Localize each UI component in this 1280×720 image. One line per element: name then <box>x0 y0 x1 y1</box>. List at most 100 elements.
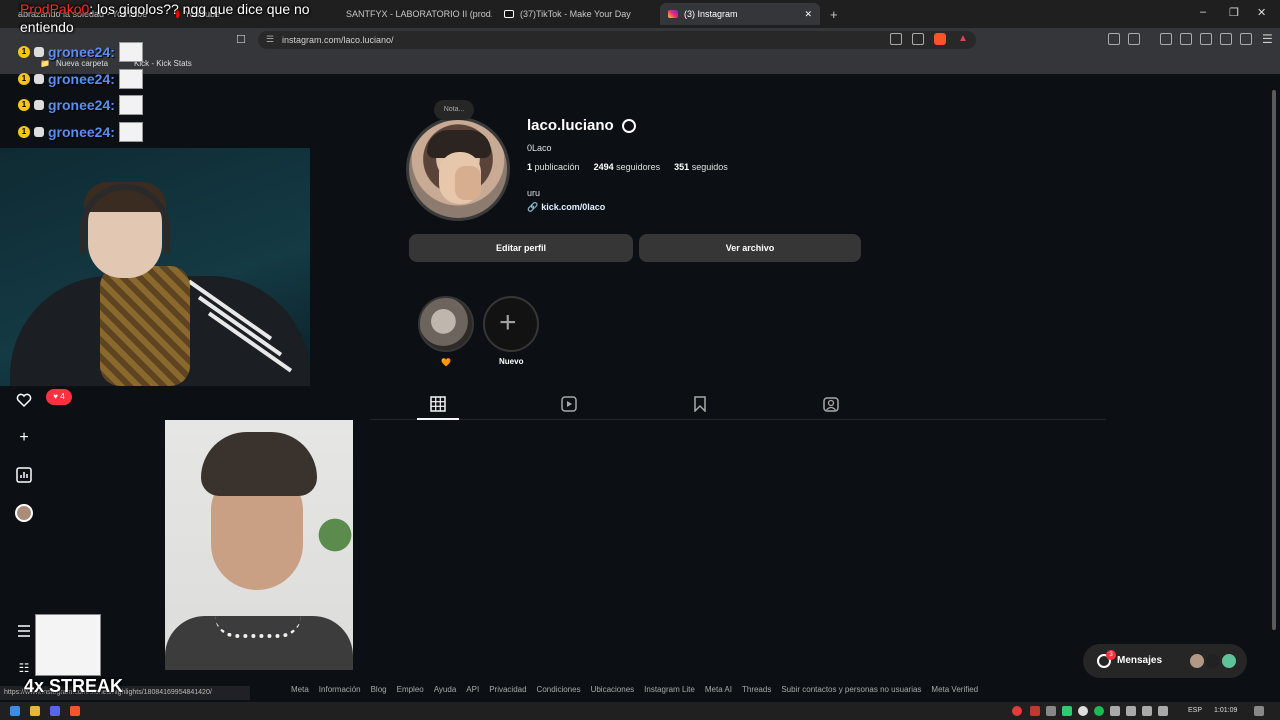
view-archive-button[interactable]: Ver archivo <box>639 234 861 262</box>
leo-ai-icon[interactable] <box>1220 33 1232 45</box>
spotify-icon[interactable] <box>1094 706 1104 716</box>
webcam-overlay <box>0 148 310 386</box>
grid-icon[interactable] <box>430 396 446 412</box>
language-indicator[interactable]: ESP <box>1188 707 1202 714</box>
sub-badge: 1 <box>18 46 30 58</box>
profile-avatar-small[interactable] <box>15 504 33 522</box>
windows-start-icon[interactable] <box>10 706 20 716</box>
footer-link[interactable]: Información <box>319 685 361 694</box>
notifications-count: 4 <box>60 392 65 401</box>
discord-icon[interactable] <box>50 706 60 716</box>
profile-username: laco.luciano <box>527 117 614 134</box>
instagram-icon <box>668 10 678 18</box>
tab-youtube-3[interactable]: SANTFYX - LABORATORIO II (prod.q <box>332 3 492 25</box>
more-menu-icon[interactable] <box>16 623 32 639</box>
followers-count: 2494 <box>593 162 614 172</box>
new-tab-button[interactable]: + <box>822 3 846 25</box>
footer-link[interactable]: Instagram Lite <box>644 685 695 694</box>
sub-badge: 1 <box>18 126 30 138</box>
tab-tiktok[interactable]: (37)TikTok - Make Your Day <box>496 3 656 25</box>
cast-icon[interactable] <box>890 33 902 45</box>
active-tab-indicator <box>417 418 459 420</box>
tray-icon[interactable] <box>1046 706 1056 716</box>
footer-link[interactable]: Meta Verified <box>931 685 978 694</box>
post-thumbnail[interactable] <box>165 420 353 670</box>
profile-full-name: 0Laco <box>527 143 552 153</box>
new-highlight-label: Nuevo <box>499 357 524 366</box>
chat-message: 1 gronee24: <box>18 41 143 63</box>
new-highlight-button[interactable]: + <box>483 296 539 352</box>
close-window-icon[interactable]: ✕ <box>1257 6 1266 19</box>
chat-username: gronee24: <box>48 44 115 60</box>
footer-link[interactable]: Condiciones <box>537 685 581 694</box>
tray-icon[interactable] <box>1030 706 1040 716</box>
tray-icon[interactable] <box>1062 706 1072 716</box>
saved-icon[interactable] <box>692 396 708 412</box>
footer-link[interactable]: Meta <box>291 685 309 694</box>
reader-icon[interactable] <box>1128 33 1140 45</box>
profile-link[interactable]: 🔗 kick.com/0laco <box>527 202 605 213</box>
footer-link[interactable]: Ayuda <box>434 685 457 694</box>
profile-bio: uru <box>527 188 541 198</box>
edit-profile-button[interactable]: Editar perfil <box>409 234 633 262</box>
volume-icon[interactable] <box>1158 706 1168 716</box>
note-bubble[interactable]: Nota... <box>434 100 474 120</box>
heart-icon[interactable] <box>16 392 32 408</box>
footer-link[interactable]: Privacidad <box>489 685 526 694</box>
chat-message: 1 gronee24: <box>18 94 143 116</box>
chat-badge-icon <box>34 127 44 137</box>
brave-shield-icon[interactable] <box>934 33 946 45</box>
vpn-icon[interactable] <box>1240 33 1252 45</box>
sidebar-toggle-icon[interactable] <box>1180 33 1192 45</box>
post-palm <box>315 500 353 570</box>
profile-avatar[interactable] <box>406 117 510 221</box>
following-stat[interactable]: 351 seguidos <box>674 162 728 172</box>
emote-image <box>118 69 143 89</box>
settings-gear-icon[interactable] <box>622 119 636 133</box>
also-from-meta-icon[interactable]: ☷ <box>16 660 32 676</box>
brave-icon[interactable] <box>70 706 80 716</box>
footer-link[interactable]: Subir contactos y personas no usuarias <box>781 685 921 694</box>
url-field[interactable]: instagram.com/laco.luciano/ <box>258 31 976 49</box>
tray-icon[interactable] <box>1110 706 1120 716</box>
followers-stat[interactable]: 2494 seguidores <box>594 162 661 172</box>
tagged-icon[interactable] <box>823 396 839 412</box>
menu-icon[interactable]: ☰ <box>1262 32 1273 46</box>
tray-icon[interactable] <box>1078 706 1088 716</box>
avatar-hand <box>455 166 481 200</box>
network-icon[interactable] <box>1142 706 1152 716</box>
share-icon[interactable] <box>912 33 924 45</box>
music-icon[interactable] <box>1160 33 1172 45</box>
create-plus-icon[interactable]: + <box>16 430 32 446</box>
extensions-icon[interactable] <box>1108 33 1120 45</box>
file-explorer-icon[interactable] <box>30 706 40 716</box>
tab-label: (3) Instagram <box>684 9 738 19</box>
avatar <box>1205 653 1221 669</box>
footer-link[interactable]: Meta AI <box>705 685 732 694</box>
footer-link[interactable]: Blog <box>371 685 387 694</box>
footer-link[interactable]: API <box>466 685 479 694</box>
minimize-icon[interactable]: – <box>1200 6 1206 18</box>
messages-badge: 3 <box>1106 650 1116 660</box>
brave-rewards-icon[interactable]: ▲ <box>958 33 968 44</box>
clock[interactable]: 1:01:09 <box>1214 707 1237 714</box>
notifications-badge[interactable]: ♥ 4 <box>46 389 72 405</box>
chat-badge-icon <box>34 74 44 84</box>
footer-link[interactable]: Empleo <box>397 685 424 694</box>
tab-instagram[interactable]: (3) Instagram ✕ <box>660 3 820 25</box>
reels-icon[interactable] <box>561 396 577 412</box>
notification-center-icon[interactable] <box>1254 706 1264 716</box>
chat-username: gronee24: <box>48 71 115 87</box>
tray-icon[interactable] <box>1012 706 1022 716</box>
highlight-item[interactable] <box>418 296 474 352</box>
footer-link[interactable]: Ubicaciones <box>591 685 635 694</box>
footer-link[interactable]: Threads <box>742 685 771 694</box>
webcam-scarf <box>100 266 190 386</box>
dashboard-icon[interactable] <box>16 467 32 483</box>
page-scrollbar[interactable] <box>1272 90 1276 630</box>
messages-button[interactable]: 3 Mensajes <box>1083 644 1247 678</box>
tray-icon[interactable] <box>1126 706 1136 716</box>
close-tab-icon[interactable]: ✕ <box>804 9 812 20</box>
wallet-icon[interactable] <box>1200 33 1212 45</box>
restore-icon[interactable]: ❐ <box>1229 6 1239 19</box>
